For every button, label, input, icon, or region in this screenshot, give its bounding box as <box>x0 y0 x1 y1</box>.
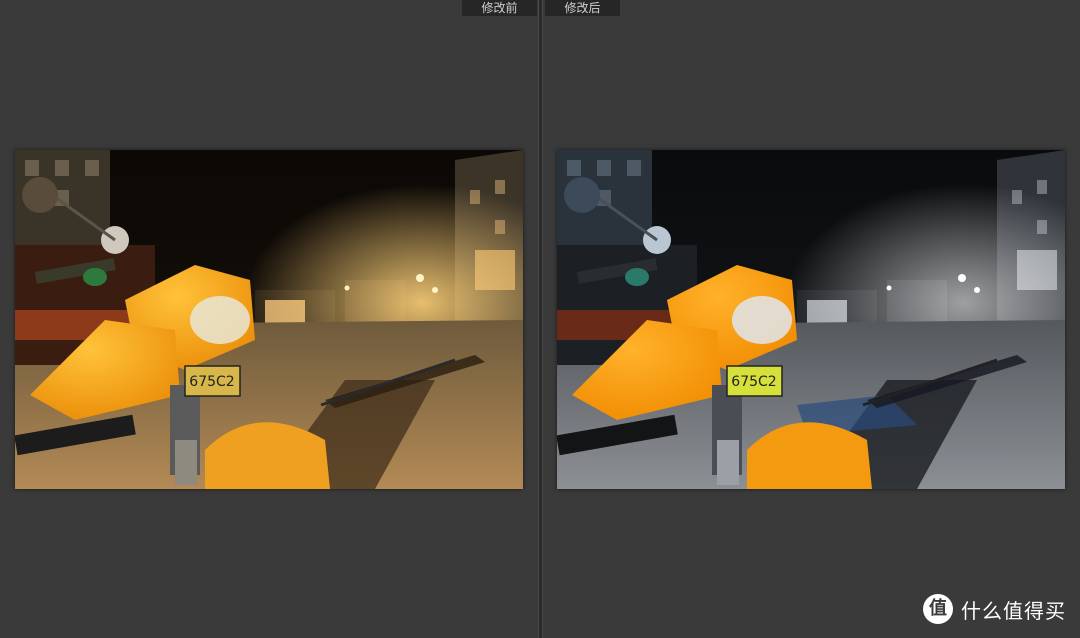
after-label: 修改后 <box>545 0 620 16</box>
before-photo-image: 675C2 <box>15 150 523 489</box>
before-label: 修改前 <box>462 0 537 16</box>
after-photo: 675C2 <box>557 150 1065 489</box>
after-plate-text: 675C2 <box>731 374 776 390</box>
after-photo-image: 675C2 <box>557 150 1065 489</box>
before-photo: 675C2 <box>15 150 523 489</box>
site-watermark: 值 什么值得买 <box>923 594 1066 624</box>
site-watermark-text: 什么值得买 <box>961 598 1066 623</box>
site-logo-icon: 值 <box>923 594 953 624</box>
compare-view: 修改前 修改后 675C2 675C2 值 什么值得买 <box>0 0 1080 638</box>
before-plate-text: 675C2 <box>189 374 234 390</box>
